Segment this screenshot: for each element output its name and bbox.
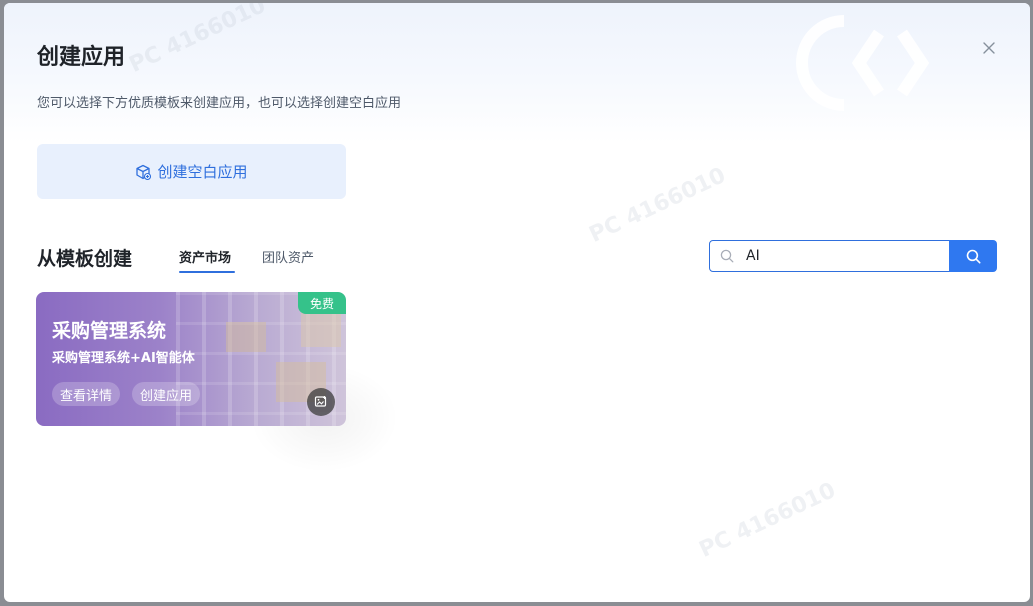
template-section-title: 从模板创建 [37, 248, 133, 270]
image-edit-icon [314, 396, 327, 407]
card-background-image [226, 322, 266, 352]
tab-team-assets[interactable]: 团队资产 [262, 247, 314, 277]
active-tab-indicator [179, 271, 235, 273]
image-edit-button[interactable] [307, 388, 335, 416]
create-blank-app-button[interactable]: 创建空白应用 [37, 144, 346, 199]
decorative-logo-icon [796, 15, 930, 111]
dialog-title: 创建应用 [37, 45, 126, 70]
card-title: 采购管理系统 [52, 320, 167, 342]
dialog-subtitle: 您可以选择下方优质模板来创建应用，也可以选择创建空白应用 [37, 96, 402, 111]
watermark: PC 4166010 [695, 478, 840, 563]
search-button[interactable] [949, 240, 997, 272]
cube-plus-icon [136, 164, 152, 180]
watermark: PC 4166010 [585, 163, 730, 248]
card-background-image [301, 312, 341, 347]
template-card[interactable]: 免费 采购管理系统 采购管理系统+AI智能体 查看详情 创建应用 [36, 292, 346, 426]
create-app-button[interactable]: 创建应用 [132, 382, 201, 406]
create-blank-app-label: 创建空白应用 [157, 163, 248, 181]
view-details-button[interactable]: 查看详情 [52, 382, 121, 406]
card-subtitle: 采购管理系统+AI智能体 [52, 351, 195, 366]
close-icon [983, 42, 995, 54]
create-app-dialog: PC 4166010 PC 4166010 PC 4166010 创建应用 您可… [4, 3, 1030, 602]
search-icon [966, 249, 981, 264]
search-box[interactable] [709, 240, 950, 272]
free-badge: 免费 [298, 292, 346, 314]
close-button[interactable] [980, 39, 998, 57]
search-input[interactable] [746, 248, 926, 264]
search-icon [720, 249, 734, 263]
